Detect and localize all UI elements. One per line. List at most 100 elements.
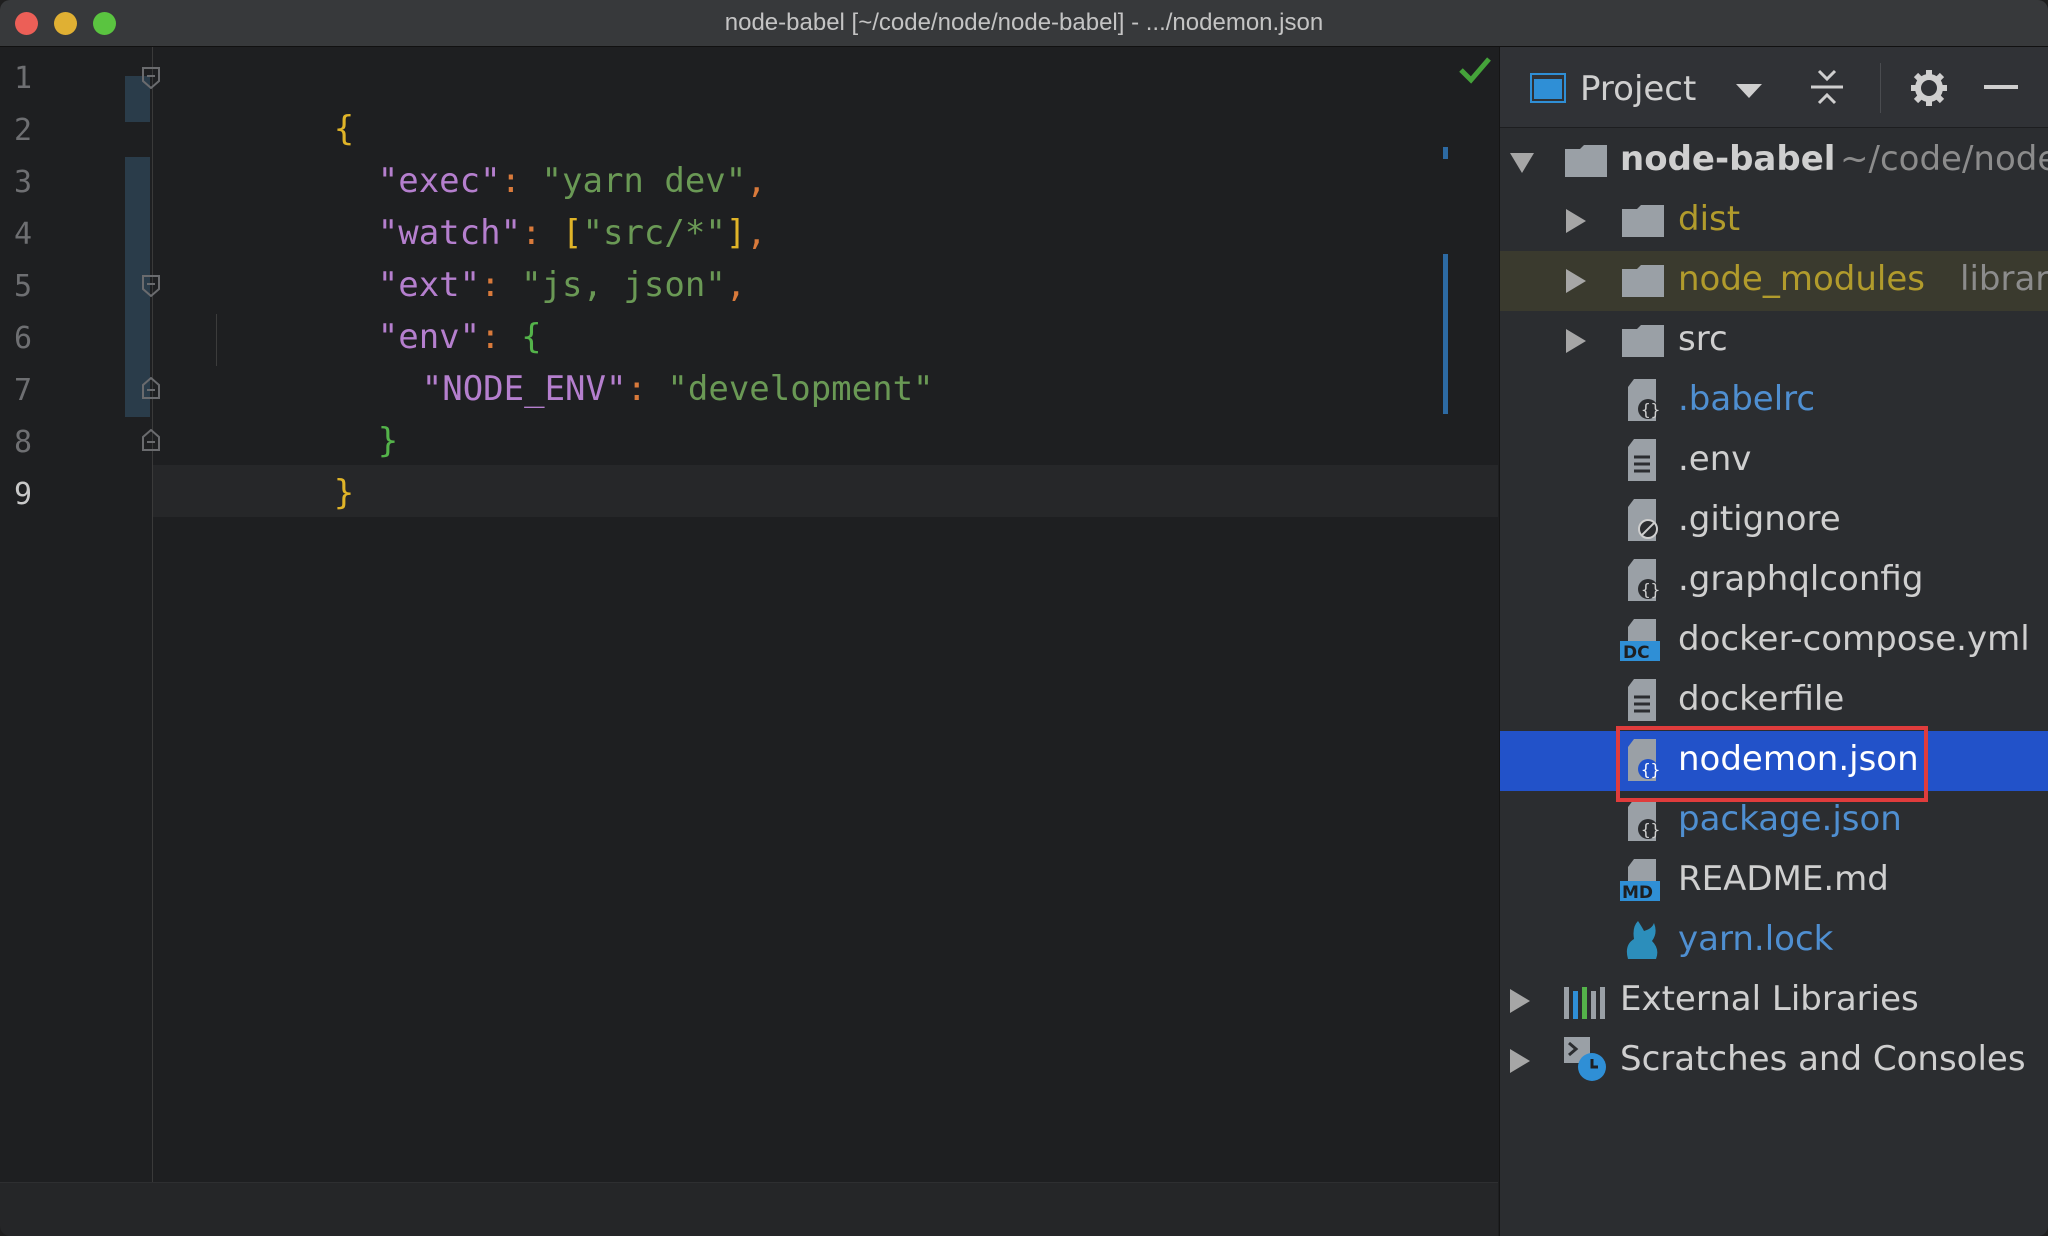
inspection-ok-check-icon[interactable]	[1458, 55, 1492, 85]
editor-bottom-bar	[0, 1182, 1498, 1236]
project-view-icon	[1530, 73, 1566, 103]
code-line-4: "ext": "js, json",	[214, 207, 747, 305]
collapse-all-icon[interactable]	[1810, 69, 1844, 109]
ignore-file-icon	[1626, 499, 1660, 541]
tree-item-label: README.md	[1678, 859, 1889, 899]
tree-item-node-modules[interactable]: node_modules library	[1500, 251, 2048, 311]
root-folder-name: node-babel	[1620, 139, 1836, 179]
colon: :	[626, 369, 668, 409]
tree-item-dist[interactable]: dist	[1500, 191, 2048, 251]
gear-icon[interactable]	[1910, 69, 1948, 111]
line-number: 6	[14, 321, 33, 356]
line-number: 9	[14, 477, 33, 512]
tree-item-scratches[interactable]: Scratches and Consoles	[1500, 1031, 2048, 1091]
code-line-1: {	[170, 51, 354, 149]
code-line-5: "env": {	[214, 259, 542, 357]
scratches-icon	[1564, 1037, 1608, 1083]
tree-item-label: yarn.lock	[1678, 919, 1834, 959]
tree-item-label: .gitignore	[1678, 499, 1841, 539]
tree-item-label: External Libraries	[1620, 979, 1919, 1019]
line-number: 3	[14, 165, 33, 200]
collapsed-arrow-icon[interactable]	[1510, 1049, 1530, 1073]
hide-panel-button[interactable]	[1984, 85, 2018, 89]
folder-icon	[1622, 325, 1664, 357]
line-number: 1	[14, 61, 33, 96]
comma: ,	[746, 213, 767, 253]
tree-item-babelrc[interactable]: {} .babelrc	[1500, 371, 2048, 431]
fold-end-marker-icon[interactable]	[142, 377, 160, 399]
collapsed-arrow-icon[interactable]	[1566, 269, 1586, 293]
json-file-icon: {}	[1626, 799, 1660, 841]
code-line-7: }	[214, 363, 398, 461]
tree-item-external-libraries[interactable]: External Libraries	[1500, 971, 2048, 1031]
tree-item-docker-compose[interactable]: DC docker-compose.yml	[1500, 611, 2048, 671]
tree-item-label: src	[1678, 319, 1728, 359]
chevron-down-icon[interactable]	[1736, 83, 1762, 102]
tree-item-label: docker-compose.yml	[1678, 619, 2030, 659]
libraries-icon	[1564, 985, 1608, 1019]
tree-item-label: .babelrc	[1678, 379, 1816, 419]
line-number: 7	[14, 373, 33, 408]
tree-item-label: node_modules	[1678, 259, 1925, 299]
tree-item-label: dockerfile	[1678, 679, 1845, 719]
docker-compose-file-icon: DC	[1620, 619, 1662, 663]
yarn-cat-icon	[1622, 919, 1662, 961]
folder-icon	[1622, 205, 1664, 237]
tree-item-label: .env	[1678, 439, 1752, 479]
markdown-file-icon: MD	[1620, 859, 1662, 903]
json-file-icon: {}	[1626, 379, 1660, 421]
project-panel: Project node-babel ~/code/node dist node…	[1499, 47, 2048, 1236]
tree-item-gitignore[interactable]: .gitignore	[1500, 491, 2048, 551]
tree-item-label: package.json	[1678, 799, 1902, 839]
window-title: node-babel [~/code/node/node-babel] - ..…	[724, 9, 1324, 36]
svg-text:{}: {}	[1641, 820, 1660, 839]
expand-arrow-icon[interactable]	[1510, 153, 1534, 173]
current-line-highlight	[153, 465, 1498, 517]
library-suffix: library	[1960, 259, 2048, 299]
tree-root-node-babel[interactable]: node-babel ~/code/node	[1500, 131, 2048, 191]
tree-item-graphqlconfig[interactable]: {} .graphqlconfig	[1500, 551, 2048, 611]
line-number: 4	[14, 217, 33, 252]
md-badge: MD	[1622, 883, 1653, 901]
fold-marker-icon[interactable]	[142, 275, 160, 297]
json-string: "js, json"	[521, 265, 726, 305]
tree-item-label: dist	[1678, 199, 1741, 239]
project-panel-header: Project	[1500, 47, 2048, 128]
collapsed-arrow-icon[interactable]	[1566, 209, 1586, 233]
tree-item-env[interactable]: .env	[1500, 431, 2048, 491]
fold-marker-icon[interactable]	[142, 67, 160, 89]
scroll-marker[interactable]	[1443, 147, 1448, 159]
code-line-8: }	[170, 415, 354, 513]
brace: }	[377, 421, 399, 461]
collapsed-arrow-icon[interactable]	[1510, 989, 1530, 1013]
code-editor[interactable]: 1 2 3 4 5 6 7 8 9 {"exec": "yarn dev", …	[0, 47, 1498, 1236]
folder-icon	[1565, 145, 1607, 177]
json-file-icon: {}	[1626, 559, 1660, 601]
scroll-marker[interactable]	[1443, 254, 1448, 414]
line-number: 8	[14, 425, 33, 460]
text-file-icon	[1626, 679, 1660, 721]
highlight-annotation-box	[1616, 726, 1928, 802]
svg-text:{}: {}	[1641, 400, 1660, 419]
header-divider	[1880, 63, 1881, 113]
line-number: 2	[14, 113, 33, 148]
gutter[interactable]: 1 2 3 4 5 6 7 8 9	[0, 47, 160, 1182]
svg-text:{}: {}	[1641, 580, 1660, 599]
code-line-6: "NODE_ENV": "development"	[258, 311, 934, 409]
json-key: "NODE_ENV"	[421, 369, 627, 409]
project-view-label[interactable]: Project	[1580, 69, 1696, 109]
brace: }	[333, 473, 355, 513]
fold-end-marker-icon[interactable]	[142, 429, 160, 451]
tree-item-yarn-lock[interactable]: yarn.lock	[1500, 911, 2048, 971]
root-folder-path: ~/code/node	[1840, 139, 2048, 179]
code-line-2: "exec": "yarn dev",	[214, 103, 767, 201]
tree-item-dockerfile[interactable]: dockerfile	[1500, 671, 2048, 731]
code-line-3: "watch": ["src/*"],	[214, 155, 767, 253]
tree-item-src[interactable]: src	[1500, 311, 2048, 371]
tree-item-readme[interactable]: MD README.md	[1500, 851, 2048, 911]
title-bar: node-babel [~/code/node/node-babel] - ..…	[0, 0, 2048, 47]
collapsed-arrow-icon[interactable]	[1566, 329, 1586, 353]
line-number: 5	[14, 269, 33, 304]
tree-item-label: .graphqlconfig	[1678, 559, 1924, 599]
json-string: "development"	[667, 369, 934, 409]
